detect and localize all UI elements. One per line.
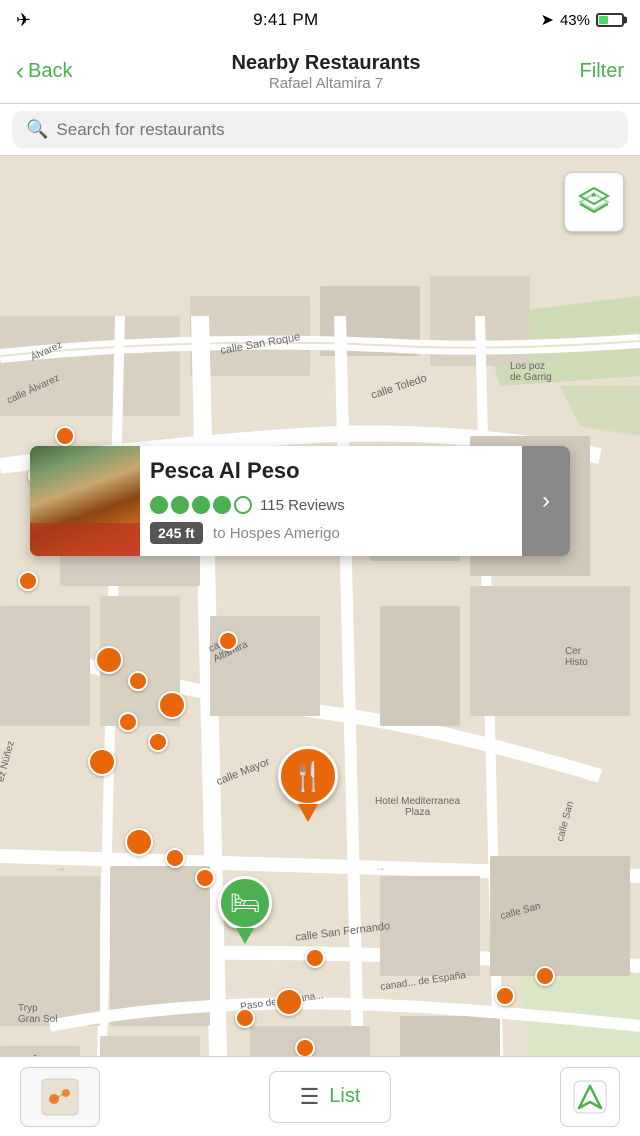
- map-pin[interactable]: [218, 631, 238, 651]
- fork-knife-icon: 🍴: [291, 760, 326, 793]
- search-input-wrapper[interactable]: 🔍: [12, 111, 628, 148]
- list-view-button[interactable]: ☰ List: [269, 1071, 392, 1123]
- search-bar: 🔍: [0, 104, 640, 156]
- map-pin[interactable]: [95, 646, 123, 674]
- map-pin[interactable]: [118, 712, 138, 732]
- status-right: ➤ 43%: [541, 10, 624, 30]
- restaurant-pin-tail: [298, 804, 318, 822]
- nav-bar: ‹ Back Nearby Restaurants Rafael Altamir…: [0, 40, 640, 104]
- back-button[interactable]: ‹ Back: [16, 58, 72, 86]
- map-pin[interactable]: [125, 828, 153, 856]
- map-pin[interactable]: [88, 748, 116, 776]
- navigate-icon: [573, 1080, 607, 1114]
- map-layer-button[interactable]: [564, 172, 624, 232]
- map-thumbnail-button[interactable]: [20, 1067, 100, 1127]
- hotel-pin[interactable]: 🛏: [218, 876, 272, 944]
- hotel-pin-tail: [236, 928, 254, 944]
- page-subtitle: Rafael Altamira 7: [232, 75, 421, 92]
- restaurant-name: Pesca Al Peso: [150, 458, 512, 484]
- popup-content: Pesca Al Peso 115 Reviews 245 ft to Hosp…: [140, 446, 522, 556]
- hotel-pin-bubble: 🛏: [218, 876, 272, 930]
- status-time: 9:41 PM: [253, 10, 318, 30]
- battery-fill: [599, 16, 608, 24]
- restaurant-rating: 115 Reviews: [150, 496, 512, 514]
- bottom-toolbar: ☰ List: [0, 1056, 640, 1136]
- map-mini-icon: [40, 1077, 80, 1117]
- restaurant-thumbnail: [30, 446, 140, 556]
- nav-center: Nearby Restaurants Rafael Altamira 7: [232, 52, 421, 92]
- distance-row: 245 ft to Hospes Amerigo: [150, 522, 512, 544]
- distance-badge: 245 ft: [150, 522, 203, 544]
- svg-text:→: →: [374, 860, 386, 874]
- map-pin[interactable]: [295, 1038, 315, 1056]
- map-pin[interactable]: [18, 571, 38, 591]
- map-pin[interactable]: [55, 426, 75, 446]
- rating-circle-4: [213, 496, 231, 514]
- popup-detail-button[interactable]: ›: [522, 446, 570, 556]
- rating-circle-3: [192, 496, 210, 514]
- list-lines-icon: ☰: [300, 1084, 320, 1110]
- distance-label: to Hospes Amerigo: [213, 525, 340, 542]
- status-bar: ✈ 9:41 PM ➤ 43%: [0, 0, 640, 40]
- list-button-label: List: [329, 1085, 360, 1108]
- reviews-count: 115 Reviews: [260, 497, 345, 514]
- rating-circles: [150, 496, 252, 514]
- location-icon: ➤: [541, 10, 554, 30]
- page-title: Nearby Restaurants: [232, 52, 421, 75]
- map-background: → → →: [0, 156, 640, 1056]
- chevron-right-icon: ›: [542, 487, 550, 515]
- filter-button[interactable]: Filter: [580, 60, 624, 83]
- battery-icon: [596, 13, 624, 27]
- restaurant-pin-bubble: 🍴: [278, 746, 338, 806]
- map-pin[interactable]: [148, 732, 168, 752]
- search-input[interactable]: [56, 120, 614, 140]
- fish-market-image: [30, 446, 140, 556]
- map-area[interactable]: → → → calle San Roque calle Toledo calle…: [0, 156, 640, 1056]
- restaurant-main-pin[interactable]: 🍴: [278, 746, 338, 822]
- map-pin[interactable]: [128, 671, 148, 691]
- rating-circle-2: [171, 496, 189, 514]
- map-pin[interactable]: [235, 1008, 255, 1028]
- back-label: Back: [28, 60, 72, 83]
- battery-percent: 43%: [560, 12, 590, 29]
- restaurant-popup-card[interactable]: Pesca Al Peso 115 Reviews 245 ft to Hosp…: [30, 446, 570, 556]
- back-chevron-icon: ‹: [16, 58, 24, 86]
- map-pin[interactable]: [275, 988, 303, 1016]
- map-pin[interactable]: [535, 966, 555, 986]
- map-pin[interactable]: [165, 848, 185, 868]
- layers-icon: [576, 184, 612, 220]
- rating-circle-5: [234, 496, 252, 514]
- rating-circle-1: [150, 496, 168, 514]
- search-icon: 🔍: [26, 119, 48, 140]
- navigation-button[interactable]: [560, 1067, 620, 1127]
- map-pin[interactable]: [495, 986, 515, 1006]
- map-pin[interactable]: [158, 691, 186, 719]
- bed-icon: 🛏: [230, 889, 260, 918]
- map-pin[interactable]: [305, 948, 325, 968]
- map-pin[interactable]: [195, 868, 215, 888]
- svg-text:→: →: [54, 860, 66, 874]
- airplane-mode-icon: ✈: [16, 10, 31, 31]
